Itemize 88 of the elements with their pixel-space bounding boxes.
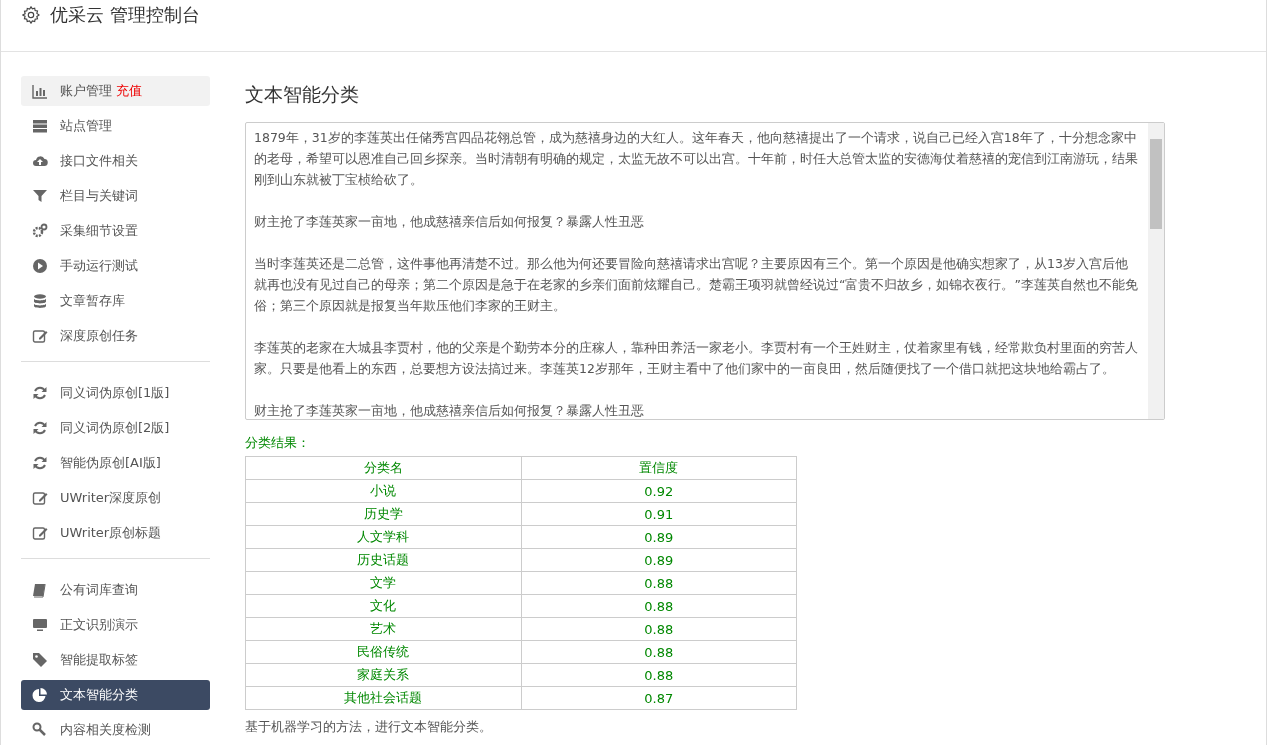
sidebar-item[interactable]: 手动运行测试 — [21, 251, 210, 281]
edit-icon — [32, 525, 48, 541]
paragraph-text: 当时李莲英还是二总管，这件事他再清楚不过。那么他为何还要冒险向慈禧请求出宫呢？主要原因有三个。第一个原因是他确实想家了，从13岁入宫后他就再也没有见过自己的母亲；第二个原因是急于在老家的乡亲们面前炫耀自己。楚霸王项羽就曾经说过“富贵不归故乡，如锦衣夜行。”李莲英自然也不能免俗；第三个原因就是报复当年欺压他们李家的王财主。 — [254, 255, 1139, 315]
sidebar-item[interactable]: 智能伪原创[AI版] — [21, 448, 210, 478]
app-title: 优采云 管理控制台 — [50, 2, 200, 27]
table-cell: 文学 — [245, 571, 521, 595]
sidebar-label: 内容相关度检测 — [60, 721, 151, 739]
result-label: 分类结果： — [245, 434, 311, 452]
table-cell: 人文学科 — [245, 525, 521, 549]
edit-icon — [32, 328, 48, 344]
table-cell: 历史话题 — [245, 548, 521, 572]
table-cell: 0.88 — [521, 617, 797, 641]
recharge-link[interactable]: 充值 — [116, 82, 142, 100]
paragraph-text: 李莲英的老家在大城县李贾村，他的父亲是个勤劳本分的庄稼人，靠种田养活一家老小。李贾村有一个王姓财主，仗着家里有钱，经常欺负村里面的穷苦人家。只要是他看上的东西，总要想方设法搞过来。李莲英12岁那年，王财主看中了他们家中的一亩良田，然后随便找了一个借口就把这块地给霸占了。 — [254, 339, 1139, 378]
sidebar-item[interactable]: 文章暂存库 — [21, 286, 210, 316]
sidebar-label: 站点管理 — [60, 117, 112, 135]
sidebar-label: 接口文件相关 — [60, 152, 138, 170]
sidebar-item[interactable]: 正文识别演示 — [21, 610, 210, 640]
sidebar-label: UWriter深度原创 — [60, 489, 162, 507]
column-header: 分类名 — [245, 456, 521, 480]
sidebar-label: 正文识别演示 — [60, 616, 138, 634]
table-cell: 0.87 — [521, 686, 797, 710]
table-cell: 0.88 — [521, 663, 797, 687]
sidebar-item[interactable]: 接口文件相关 — [21, 146, 210, 176]
table-cell: 小说 — [245, 479, 521, 503]
table-cell: 家庭关系 — [245, 663, 521, 687]
sidebar-item[interactable]: 栏目与关键词 — [21, 181, 210, 211]
book-icon — [32, 582, 48, 598]
sidebar-label: UWriter原创标题 — [60, 524, 162, 542]
table-cell: 艺术 — [245, 617, 521, 641]
sidebar-item[interactable]: 同义词伪原创[1版] — [21, 378, 210, 408]
database-icon — [32, 293, 48, 309]
table-cell: 历史学 — [245, 502, 521, 526]
table-cell: 0.88 — [521, 571, 797, 595]
monitor-icon — [32, 617, 48, 633]
sidebar-item[interactable]: 同义词伪原创[2版] — [21, 413, 210, 443]
filter-icon — [32, 188, 48, 204]
gears-icon — [32, 223, 48, 239]
sidebar-label: 栏目与关键词 — [60, 187, 138, 205]
paragraph-text: 财主抢了李莲英家一亩地，他成慈禧亲信后如何报复？暴露人性丑恶 — [254, 402, 645, 419]
table-cell: 0.89 — [521, 525, 797, 549]
sidebar-item[interactable]: 智能提取标签 — [21, 645, 210, 675]
cloud-upload-icon — [32, 153, 48, 169]
table-cell: 0.91 — [521, 502, 797, 526]
pie-chart-icon — [32, 687, 48, 703]
sidebar-label: 深度原创任务 — [60, 327, 138, 345]
settings-icon — [22, 5, 40, 24]
column-header: 置信度 — [521, 456, 797, 480]
table-cell: 民俗传统 — [245, 640, 521, 664]
sidebar-item[interactable]: UWriter深度原创 — [21, 483, 210, 513]
edit-icon — [32, 490, 48, 506]
table-cell: 0.92 — [521, 479, 797, 503]
sidebar-label: 智能提取标签 — [60, 651, 138, 669]
refresh-icon — [32, 420, 48, 436]
sidebar-item[interactable]: 账户管理 充值 — [21, 76, 210, 106]
sidebar-item[interactable]: 内容相关度检测 — [21, 715, 210, 745]
sidebar-item[interactable]: 文本智能分类 — [21, 680, 210, 710]
sidebar-item[interactable]: 站点管理 — [21, 111, 210, 141]
sidebar-label: 同义词伪原创[2版] — [60, 419, 170, 437]
table-cell: 文化 — [245, 594, 521, 618]
sidebar-item[interactable]: 公有词库查询 — [21, 575, 210, 605]
sidebar-item[interactable]: UWriter原创标题 — [21, 518, 210, 548]
sidebar-label: 手动运行测试 — [60, 257, 138, 275]
sidebar-label: 智能伪原创[AI版] — [60, 454, 161, 472]
sidebar-item[interactable]: 深度原创任务 — [21, 321, 210, 351]
sidebar-label: 采集细节设置 — [60, 222, 138, 240]
refresh-icon — [32, 385, 48, 401]
sidebar-item[interactable]: 采集细节设置 — [21, 216, 210, 246]
sidebar-label: 账户管理 — [60, 82, 112, 100]
table-cell: 其他社会话题 — [245, 686, 521, 710]
server-icon — [32, 118, 48, 134]
sidebar-label: 文本智能分类 — [60, 686, 138, 704]
paragraph-text: 1879年，31岁的李莲英出任储秀宫四品花翎总管，成为慈禧身边的大红人。这年春天，他向慈禧提出了一个请求，说自己已经入宫18年了，十分想念家中的老母，希望可以恩准自己回乡探亲。当时清朝有明确的规定，太监无故不可以出宫。十年前，时任大总管太监的安德海仗着慈禧的宠信到江南游玩，结果刚到山东就被丁宝桢给砍了。 — [254, 129, 1139, 189]
table-cell: 0.88 — [521, 640, 797, 664]
sidebar-label: 同义词伪原创[1版] — [60, 384, 170, 402]
sidebar-label: 文章暂存库 — [60, 292, 125, 310]
refresh-icon — [32, 455, 48, 471]
play-icon — [32, 258, 48, 274]
page-title: 文本智能分类 — [245, 82, 360, 107]
paragraph-text: 财主抢了李莲英家一亩地，他成慈禧亲信后如何报复？暴露人性丑恶 — [254, 213, 645, 231]
table-cell: 0.89 — [521, 548, 797, 572]
text-input-field[interactable] — [245, 122, 1165, 420]
sidebar-label: 公有词库查询 — [60, 581, 138, 599]
scrollbar[interactable] — [1148, 123, 1164, 419]
table-cell: 0.88 — [521, 594, 797, 618]
tag-icon — [32, 652, 48, 668]
bar-chart-icon — [32, 83, 48, 99]
description-text: 基于机器学习的方法，进行文本智能分类。 — [245, 718, 493, 736]
